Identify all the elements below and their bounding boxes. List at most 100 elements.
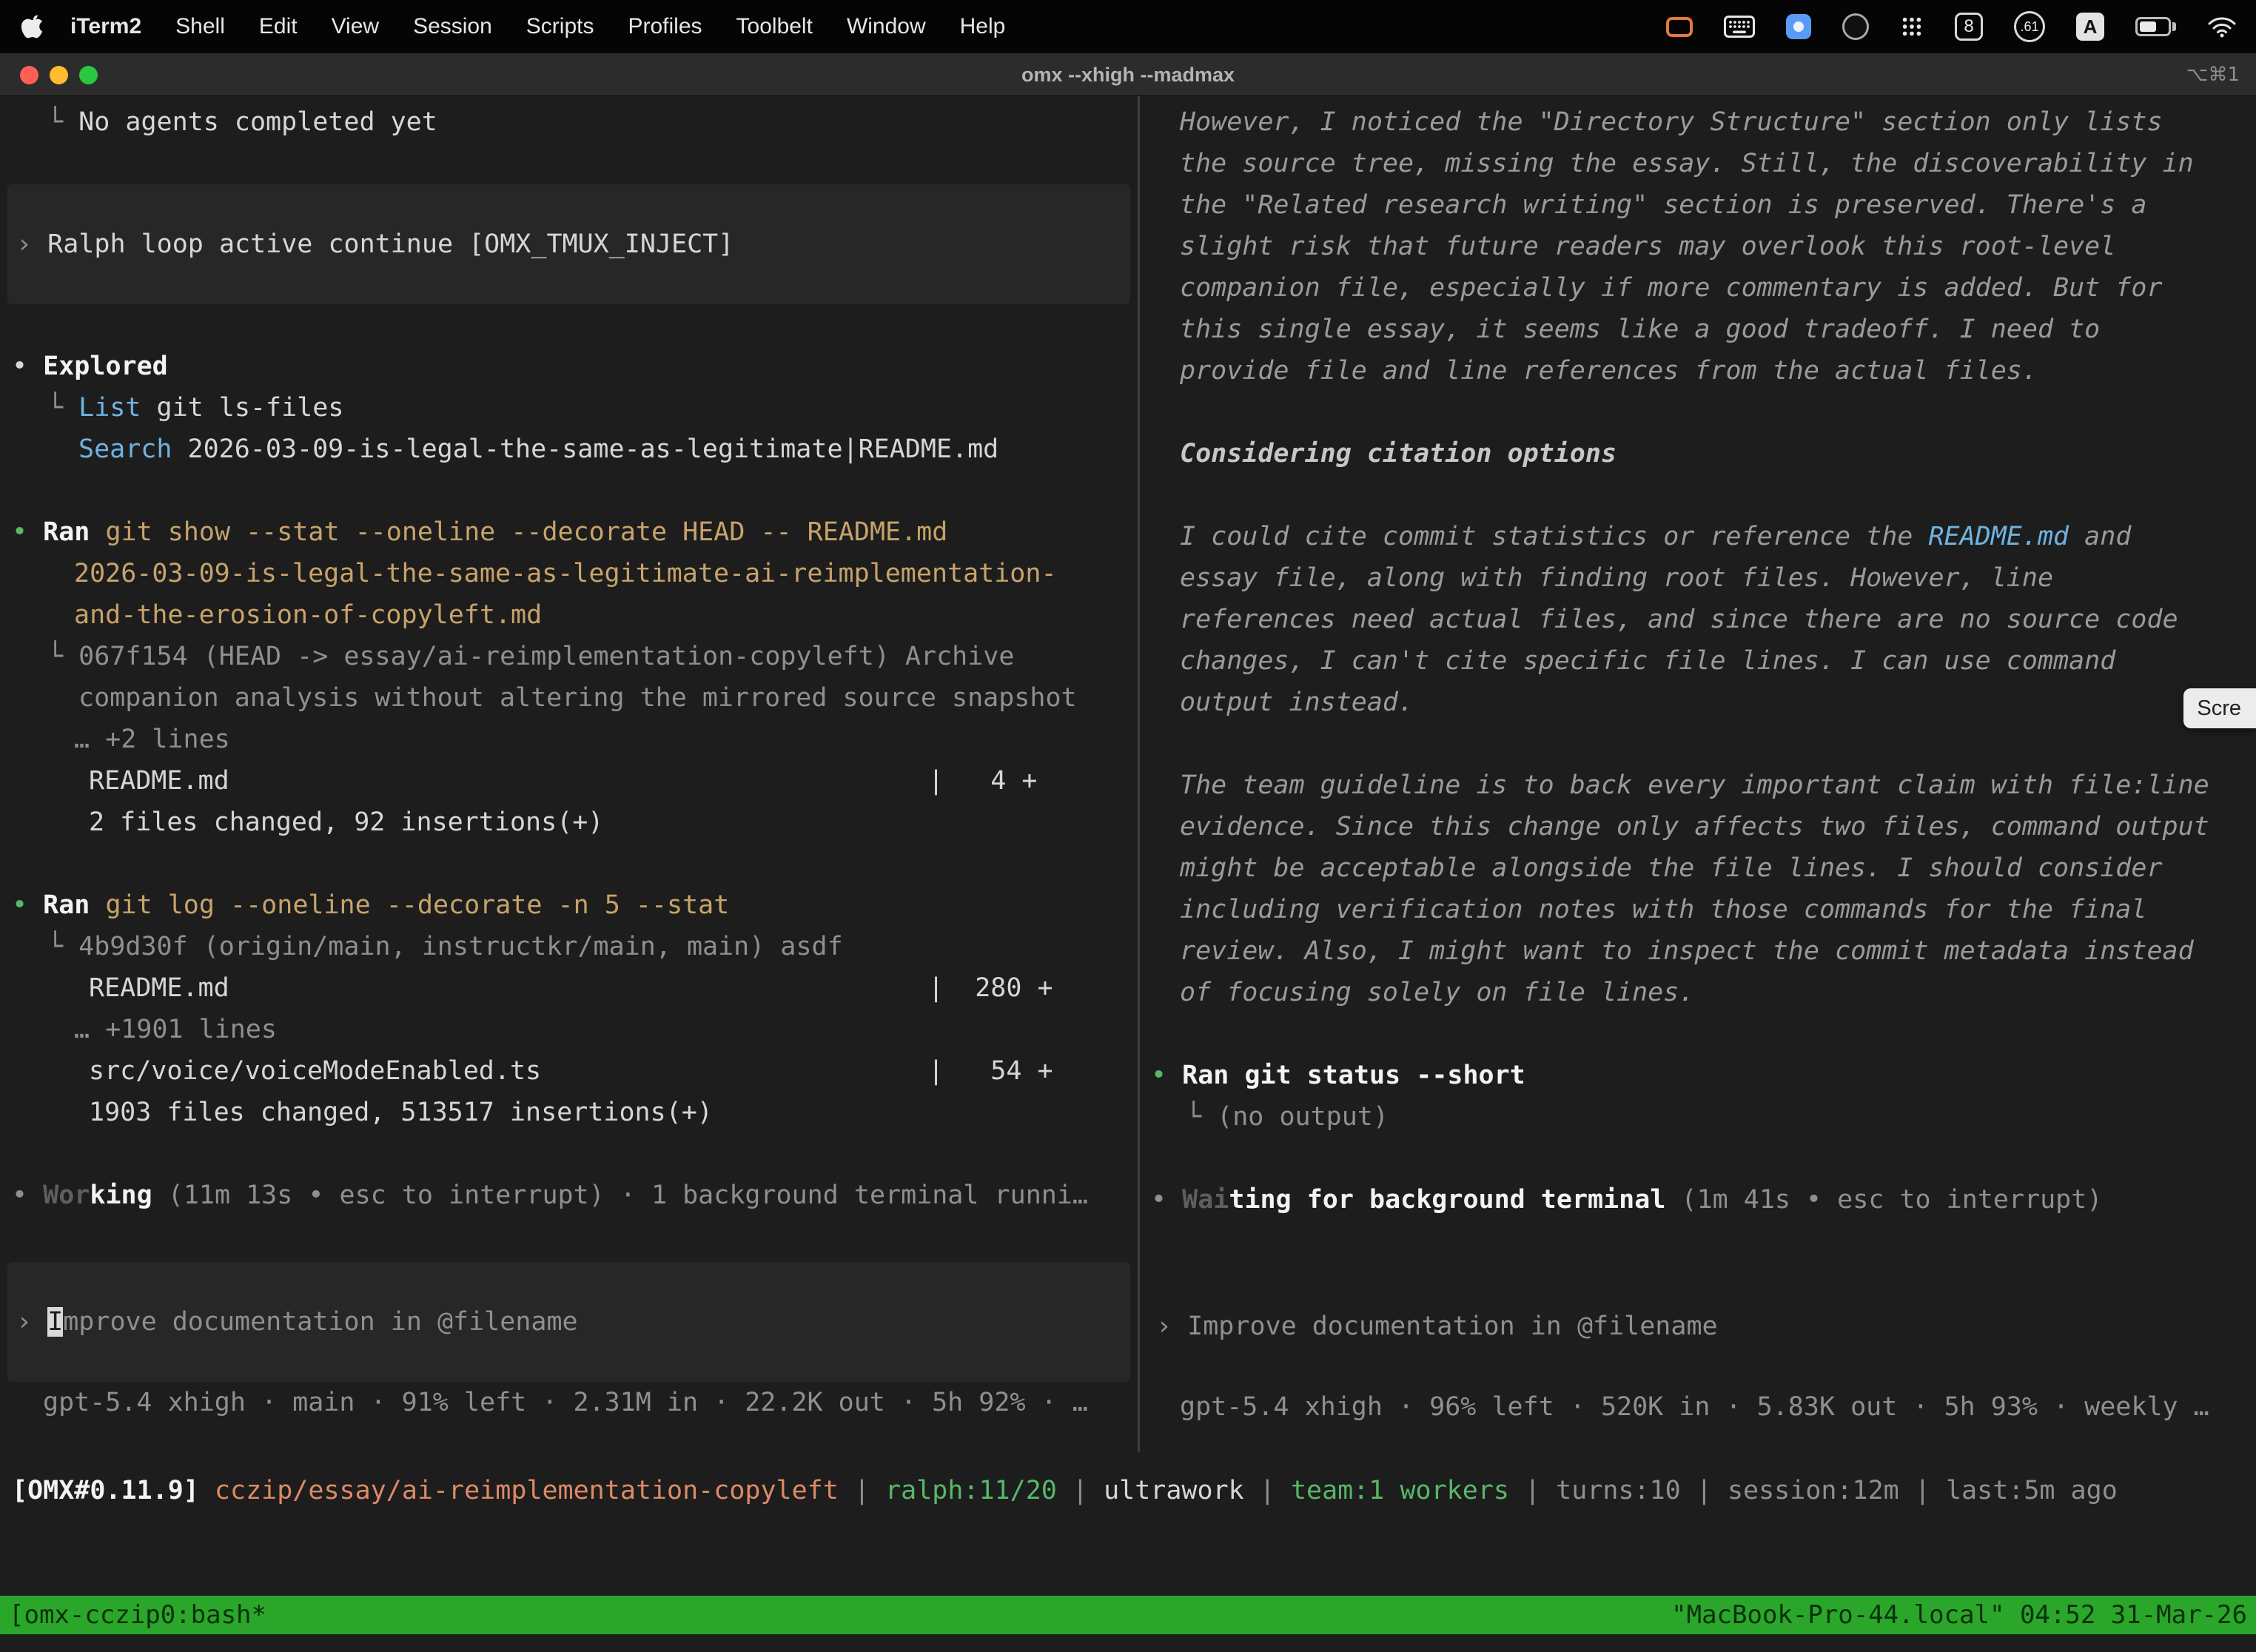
keyboard-icon[interactable]	[1724, 16, 1755, 38]
text-segment: the source tree, missing the essay. Stil…	[1180, 149, 2194, 178]
dark-app-icon[interactable]	[1842, 13, 1869, 40]
text-segment: ultrawork	[1104, 1476, 1244, 1505]
menubar-items: iTerm2ShellEditViewSessionScriptsProfile…	[53, 14, 1022, 39]
terminal-line: └ 067f154 (HEAD -> essay/ai-reimplementa…	[0, 636, 1138, 677]
terminal-line: companion analysis without altering the …	[0, 677, 1138, 719]
text-segment: Ran	[1182, 1061, 1229, 1090]
apps-grid-icon[interactable]	[1900, 15, 1924, 38]
menu-item-edit[interactable]: Edit	[242, 14, 315, 39]
menu-item-scripts[interactable]: Scripts	[509, 14, 611, 39]
terminal: └ No agents completed yet › Ralph loop ac…	[0, 96, 2256, 1652]
omx-statusline: [OMX#0.11.9] cczip/essay/ai-reimplementa…	[12, 1470, 2256, 1511]
terminal-line: 2026-03-09-is-legal-the-same-as-legitima…	[0, 553, 1138, 594]
close-button[interactable]	[20, 66, 38, 84]
text-segment: |	[1244, 1476, 1291, 1505]
terminal-line: • Ran git show --stat --oneline --decora…	[0, 511, 1138, 553]
text-segment: Improve documentation in @filename	[1187, 1312, 1717, 1341]
text-segment: … +2 lines	[74, 725, 230, 754]
terminal-line: the "Related research writing" section i…	[1140, 184, 2256, 226]
text-segment: slight risk that future readers may over…	[1180, 232, 2115, 261]
edge-tooltip[interactable]: Scre	[2183, 688, 2256, 728]
terminal-line: review. Also, I might want to inspect th…	[1140, 930, 2256, 972]
menu-item-window[interactable]: Window	[830, 14, 943, 39]
tmux-session-label: [omx-cczip0:bash*	[9, 1596, 266, 1634]
terminal-line: I could cite commit statistics or refere…	[1140, 516, 2256, 557]
window-titlebar: omx --xhigh --madmax ⌥⌘1	[0, 53, 2256, 96]
text-segment: ›	[16, 1307, 47, 1337]
terminal-line: companion file, especially if more comme…	[1140, 267, 2256, 309]
spacer	[1140, 1138, 2256, 1179]
battery-icon[interactable]	[2135, 17, 2176, 36]
prompt-input[interactable]: › Improve documentation in @filename	[7, 1262, 1130, 1382]
text-segment: •	[1151, 1061, 1182, 1090]
menu-item-toolbelt[interactable]: Toolbelt	[719, 14, 830, 39]
text-segment: might be acceptable alongside the file l…	[1180, 853, 2163, 883]
menu-item-iterm2[interactable]: iTerm2	[53, 14, 158, 39]
terminal-line: • Waiting for background terminal (1m 41…	[1140, 1179, 2256, 1220]
text-segment: •	[12, 1181, 43, 1210]
text-segment: No agents completed yet	[78, 107, 437, 137]
prompt-input[interactable]: › Improve documentation in @filename	[1147, 1266, 2249, 1386]
text-segment: git ls-files	[141, 393, 343, 423]
terminal-line: › Improve documentation in @filename	[7, 1301, 1130, 1343]
terminal-line: • Explored	[0, 346, 1138, 387]
terminal-line: › Ralph loop active continue [OMX_TMUX_I…	[7, 224, 1130, 265]
menu-item-session[interactable]: Session	[396, 14, 509, 39]
keycap-icon[interactable]: 8	[1955, 13, 1983, 41]
text-segment: gpt-5.4 xhigh · 96% left · 520K in · 5.8…	[1180, 1392, 2209, 1422]
spacer	[1140, 1220, 2256, 1266]
text-segment: 2026-03-09-is-legal-the-same-as-legitima…	[74, 559, 1057, 588]
terminal-line: • Ran git status --short	[1140, 1055, 2256, 1096]
menu-item-profiles[interactable]: Profiles	[611, 14, 719, 39]
text-segment: 067f154 (HEAD -> essay/ai-reimplementati…	[78, 642, 1014, 671]
minimize-button[interactable]	[50, 66, 68, 84]
text-segment: └	[47, 107, 78, 137]
traffic-lights	[20, 66, 98, 84]
menubar-menus: iTerm2ShellEditViewSessionScriptsProfile…	[0, 13, 1022, 40]
text-segment: └	[47, 642, 78, 671]
menu-item-help[interactable]: Help	[943, 14, 1023, 39]
blue-app-icon[interactable]	[1786, 14, 1811, 39]
right-pane: However, I noticed the "Directory Struct…	[1140, 96, 2256, 1452]
terminal-line: … +2 lines	[0, 719, 1138, 760]
text-segment: I	[47, 1307, 63, 1337]
terminal-line: this single essay, it seems like a good …	[1140, 309, 2256, 350]
text-segment: | 4 +	[928, 760, 1038, 802]
text-segment: (no output)	[1217, 1102, 1389, 1132]
terminal-line: [OMX#0.11.9] cczip/essay/ai-reimplementa…	[12, 1470, 2256, 1511]
text-segment: However, I noticed the "Directory Struct…	[1180, 107, 2163, 137]
text-segment	[90, 517, 105, 547]
wifi-glyph	[2207, 16, 2237, 38]
input-source-icon[interactable]: A	[2076, 13, 2104, 41]
text-segment: [OMX#0.11.9]	[12, 1476, 199, 1505]
text-segment: src/voice/voiceModeEnabled.ts	[89, 1056, 541, 1086]
text-segment: team:1 workers	[1291, 1476, 1509, 1505]
text-segment: Ralph loop active continue [OMX_TMUX_INJ…	[47, 229, 733, 259]
text-segment: ›	[1156, 1312, 1187, 1341]
text-segment	[90, 890, 105, 920]
inject-banner: › Ralph loop active continue [OMX_TMUX_I…	[7, 184, 1130, 304]
text-segment: The team guideline is to back every impo…	[1180, 770, 2209, 800]
text-segment: git show --stat --oneline --decorate HEA…	[105, 517, 947, 547]
text-segment: |	[1509, 1476, 1556, 1505]
battery-percent-icon[interactable]: .61	[2014, 11, 2045, 42]
window-shortcut-badge: ⌥⌘1	[2186, 53, 2240, 96]
terminal-line: The team guideline is to back every impo…	[1140, 765, 2256, 806]
zoom-button[interactable]	[79, 66, 98, 84]
screen-recording-icon[interactable]	[1666, 17, 1693, 37]
terminal-line: • Working (11m 13s • esc to interrupt) ·…	[0, 1175, 1138, 1216]
tmux-host-clock: "MacBook-Pro-44.local" 04:52 31-Mar-26	[1671, 1596, 2247, 1634]
apple-menu[interactable]	[0, 13, 53, 40]
wifi-icon[interactable]	[2207, 16, 2237, 38]
text-segment: └	[1186, 1102, 1217, 1132]
menu-item-shell[interactable]: Shell	[158, 14, 242, 39]
terminal-line: README.md | 4 +	[0, 760, 1138, 802]
text-segment: README.md	[89, 766, 229, 796]
text-segment: output instead.	[1180, 688, 1414, 717]
menu-item-view[interactable]: View	[315, 14, 396, 39]
text-segment: ›	[16, 229, 47, 259]
text-segment: | 280 +	[928, 967, 1053, 1009]
terminal-line: slight risk that future readers may over…	[1140, 226, 2256, 267]
spacer	[0, 843, 1138, 884]
text-segment: gpt-5.4 xhigh · main · 91% left · 2.31M …	[43, 1388, 1088, 1417]
